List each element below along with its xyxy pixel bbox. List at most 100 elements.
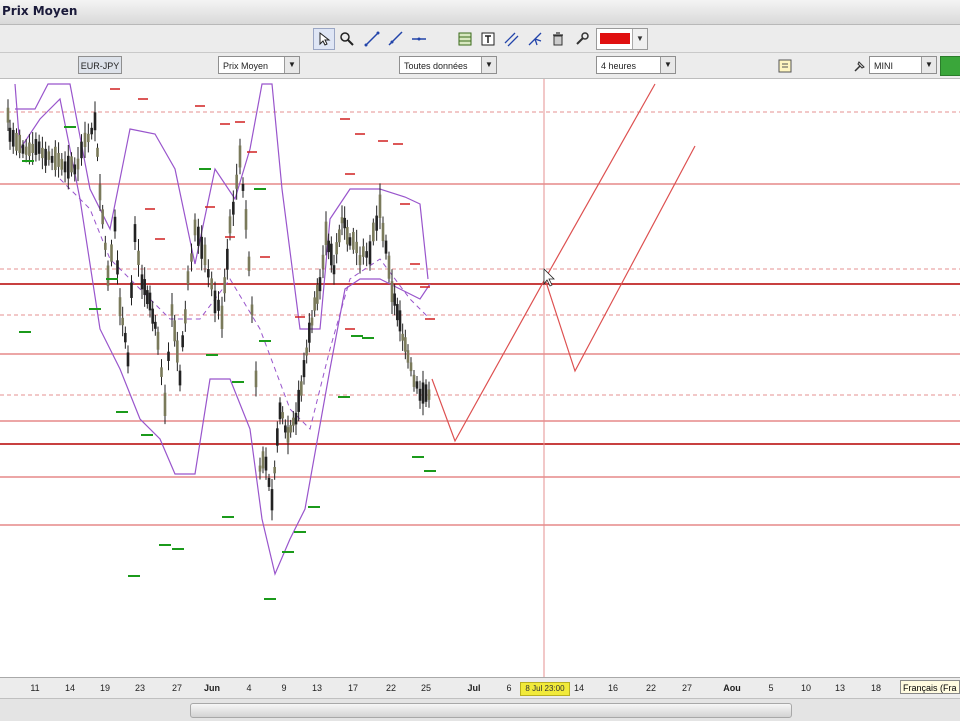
candle-body — [60, 158, 64, 170]
properties-tool-icon[interactable] — [571, 28, 593, 50]
candle-body — [340, 217, 344, 224]
title-bar: Prix Moyen — [0, 0, 960, 25]
candle-body — [297, 389, 300, 412]
price-type-select[interactable]: Prix Moyen ▼ — [218, 56, 300, 74]
candle-body — [163, 392, 167, 416]
go-button[interactable] — [940, 56, 960, 76]
time-axis-label: 27 — [681, 683, 693, 693]
candle-body — [178, 370, 182, 386]
candle-body — [308, 322, 311, 343]
line-color-selector[interactable]: ▼ — [596, 28, 648, 50]
time-axis-label: 25 — [420, 683, 432, 693]
candle-body — [116, 260, 119, 275]
upper-envelope — [15, 83, 429, 330]
candle-body — [197, 226, 200, 246]
data-range-select[interactable]: Toutes données ▼ — [399, 56, 497, 74]
chart-canvas[interactable] — [0, 79, 960, 677]
price-chart[interactable] — [0, 79, 960, 677]
time-axis-label: 6 — [506, 683, 512, 693]
candle-body — [90, 127, 93, 135]
candle-body — [421, 382, 425, 404]
candle-body — [362, 246, 365, 257]
time-axis: 11 14 19 23 27 Jun 4 9 13 17 22 25 Jul 6 14 16 22 27 Aou 5 1… — [0, 677, 960, 698]
pitchfork-tool-icon[interactable] — [524, 28, 546, 50]
candle-body — [184, 309, 187, 324]
candle-body — [96, 147, 99, 157]
candle-body — [316, 284, 319, 304]
candle-body — [335, 242, 338, 255]
candle-body — [6, 107, 10, 123]
horizontal-line-tool-icon[interactable] — [408, 28, 430, 50]
time-axis-label: 22 — [645, 683, 657, 693]
candle-body — [160, 367, 163, 377]
time-axis-label: 10 — [800, 683, 812, 693]
lot-size-value: MINI — [874, 61, 893, 71]
candle-body — [247, 256, 251, 271]
candle-body — [104, 242, 107, 250]
chevron-down-icon: ▼ — [660, 57, 675, 73]
trend-line-tool-icon[interactable] — [361, 28, 383, 50]
candle-body — [203, 244, 207, 266]
text-tool-icon[interactable] — [477, 28, 499, 50]
candle-body — [238, 145, 242, 168]
candle-body — [143, 279, 146, 295]
timeframe-select[interactable]: 4 heures ▼ — [596, 56, 676, 74]
candle-body — [73, 164, 77, 175]
export-icon[interactable] — [774, 55, 796, 77]
timeframe-value: 4 heures — [601, 61, 637, 71]
candle-body — [387, 255, 391, 279]
candle-body — [375, 215, 378, 231]
candle-body — [110, 244, 113, 262]
candle-body — [34, 139, 38, 155]
candle-body — [173, 320, 176, 342]
candle-body — [396, 304, 399, 321]
candle-body — [80, 141, 83, 159]
lot-size-select[interactable]: MINI ▼ — [869, 56, 937, 74]
channel-tool-icon[interactable] — [500, 28, 522, 50]
candle-body — [372, 222, 375, 242]
zoom-tool-icon[interactable] — [336, 28, 358, 50]
candle-body — [63, 161, 67, 173]
delete-tool-icon[interactable] — [547, 28, 569, 50]
currency-pair-button[interactable]: EUR-JPY — [78, 56, 122, 74]
scrollbar-thumb[interactable] — [190, 703, 792, 718]
time-axis-label: 9 — [281, 683, 287, 693]
candle-body — [254, 370, 258, 388]
language-indicator[interactable]: Français (Fra — [900, 680, 960, 694]
candle-body — [286, 427, 290, 443]
settings-bar: EUR-JPY Prix Moyen ▼ Toutes données ▼ 4 … — [0, 53, 960, 79]
time-axis-label: 5 — [768, 683, 774, 693]
candle-body — [126, 352, 130, 367]
candle-body — [313, 297, 316, 311]
candle-body — [289, 425, 292, 433]
pointer-tool-icon[interactable] — [313, 28, 335, 50]
candle-body — [83, 132, 87, 147]
ray-line-tool-icon[interactable] — [384, 28, 406, 50]
time-axis-label: 17 — [347, 683, 359, 693]
pin-icon[interactable] — [849, 55, 871, 77]
candle-body — [305, 347, 308, 356]
candle-body — [355, 241, 358, 254]
candle-body — [302, 360, 306, 378]
projection-line — [544, 83, 656, 280]
candle-body — [390, 281, 394, 303]
time-axis-label: Aou — [723, 683, 741, 693]
candle-body — [15, 132, 18, 151]
horizontal-scrollbar[interactable] — [0, 698, 960, 721]
candle-body — [261, 451, 265, 469]
candle-body — [193, 219, 197, 236]
candle-body — [167, 351, 170, 361]
candle-body — [24, 146, 28, 155]
candle-body — [264, 456, 268, 471]
candle-body — [292, 417, 295, 426]
candle-body — [146, 290, 149, 305]
candle-body — [381, 222, 385, 242]
fibonacci-tool-icon[interactable] — [454, 28, 476, 50]
drawing-toolbar: ▼ — [0, 25, 960, 53]
candle-body — [220, 305, 224, 329]
candle-body — [223, 277, 226, 294]
candle-body — [118, 297, 122, 317]
candle-body — [154, 321, 157, 329]
candle-body — [327, 240, 330, 253]
candle-body — [8, 127, 12, 142]
